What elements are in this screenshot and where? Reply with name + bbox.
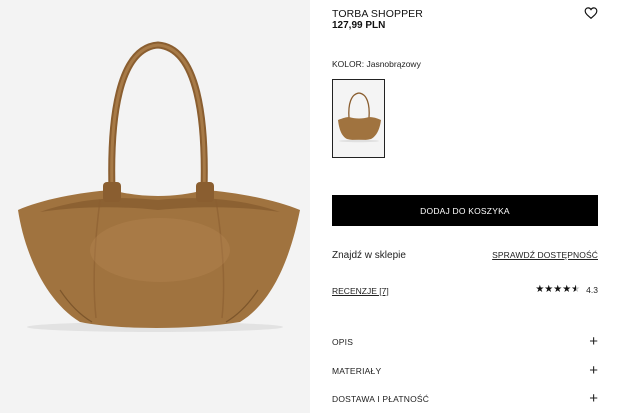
check-availability-link[interactable]: SPRAWDŹ DOSTĘPNOŚĆ bbox=[492, 250, 598, 260]
rating-value: 4.3 bbox=[586, 285, 598, 295]
accordion-label: MATERIAŁY bbox=[332, 366, 382, 376]
plus-icon: + bbox=[589, 333, 598, 350]
star-icon: ★ bbox=[535, 284, 545, 295]
accordion-label: DOSTAWA I PŁATNOŚĆ bbox=[332, 394, 430, 404]
plus-icon: + bbox=[589, 390, 598, 407]
accordion-delivery-payment[interactable]: DOSTAWA I PŁATNOŚĆ + bbox=[332, 390, 598, 407]
plus-icon: + bbox=[589, 362, 598, 379]
color-label: KOLOR: Jasnobrązowy bbox=[332, 59, 421, 69]
add-to-cart-button[interactable]: DODAJ DO KOSZYKA bbox=[332, 195, 598, 226]
product-price: 127,99 PLN bbox=[332, 20, 386, 31]
find-in-store-label: Znajdź w sklepie bbox=[332, 250, 406, 261]
product-image-gallery[interactable] bbox=[0, 0, 310, 413]
accordion-description[interactable]: OPIS + bbox=[332, 333, 598, 350]
heart-icon[interactable] bbox=[584, 6, 598, 20]
reviews-link[interactable]: RECENZJE [7] bbox=[332, 286, 389, 296]
color-swatch-light-brown[interactable] bbox=[332, 79, 385, 158]
star-icon: ★ bbox=[562, 284, 572, 295]
star-icon: ★ bbox=[544, 284, 554, 295]
product-info-panel: TORBA SHOPPER 127,99 PLN KOLOR: Jasnobrą… bbox=[332, 0, 598, 413]
rating[interactable]: ★ ★ ★ ★ ★★ 4.3 bbox=[535, 284, 598, 296]
product-title: TORBA SHOPPER bbox=[332, 8, 423, 20]
product-image bbox=[18, 41, 300, 332]
rating-stars: ★ ★ ★ ★ ★★ bbox=[535, 284, 580, 296]
star-icon: ★ bbox=[553, 284, 563, 295]
accordion-materials[interactable]: MATERIAŁY + bbox=[332, 362, 598, 379]
accordion-label: OPIS bbox=[332, 337, 354, 347]
half-star-icon: ★★ bbox=[571, 284, 581, 295]
